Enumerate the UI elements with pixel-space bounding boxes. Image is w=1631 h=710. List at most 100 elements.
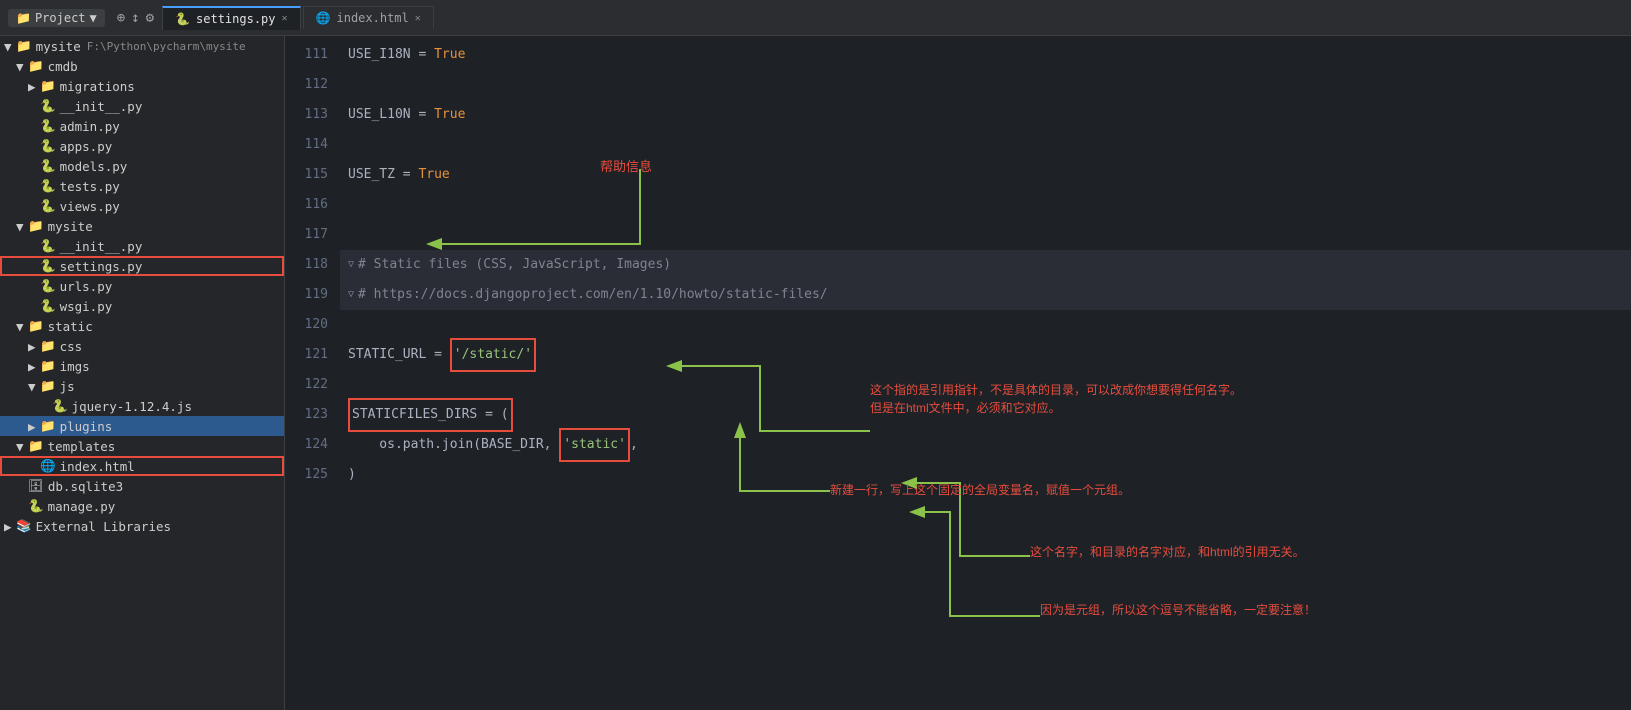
project-dropdown-icon: ▼ <box>90 11 97 25</box>
code-token: = <box>395 160 418 190</box>
sidebar-item-settings-py[interactable]: 🐍 settings.py <box>0 256 284 276</box>
index-html-icon: 🌐 <box>40 458 56 474</box>
staticfiles-dirs-highlighted: STATICFILES_DIRS = ( <box>348 398 513 432</box>
toolbar-icon-1[interactable]: ⊕ <box>117 10 125 26</box>
jquery-icon: 🐍 <box>52 398 68 414</box>
code-line-123: STATICFILES_DIRS = ( <box>340 400 1631 430</box>
sidebar-item-db-sqlite3[interactable]: 🗄 db.sqlite3 <box>0 476 284 496</box>
code-line-114 <box>340 130 1631 160</box>
static-url-highlighted: '/static/' <box>450 338 536 372</box>
sidebar-item-init-mysite[interactable]: 🐍 __init__.py <box>0 236 284 256</box>
sidebar-item-admin-py[interactable]: 🐍 admin.py <box>0 116 284 136</box>
tab-settings-py-close[interactable]: ✕ <box>282 13 288 24</box>
code-token: '/static/' <box>454 347 532 362</box>
code-editor[interactable]: 111 112 113 114 115 116 117 118 119 120 … <box>285 36 1631 710</box>
sidebar-item-wsgi-py[interactable]: 🐍 wsgi.py <box>0 296 284 316</box>
sidebar-item-external-libraries[interactable]: ▶ 📚 External Libraries <box>0 516 284 536</box>
sidebar-item-migrations[interactable]: ▶ 📁 migrations <box>0 76 284 96</box>
sidebar-label-index-html: index.html <box>60 459 135 474</box>
sidebar-label-cmdb: cmdb <box>48 59 78 74</box>
sidebar-item-jquery[interactable]: 🐍 jquery-1.12.4.js <box>0 396 284 416</box>
db-sqlite3-icon: 🗄 <box>28 478 44 494</box>
sidebar-item-manage-py[interactable]: 🐍 manage.py <box>0 496 284 516</box>
project-label: Project <box>35 11 86 25</box>
code-container: 111 112 113 114 115 116 117 118 119 120 … <box>285 36 1631 710</box>
code-line-124: os.path.join(BASE_DIR, 'static' , <box>340 430 1631 460</box>
sidebar-label-settings-py: settings.py <box>60 259 143 274</box>
code-token: USE_I18N <box>348 40 411 70</box>
editor-tabs: 🐍 settings.py ✕ 🌐 index.html ✕ <box>162 6 434 30</box>
code-line-122 <box>340 370 1631 400</box>
annotation-comma: 因为是元组，所以这个逗号不能省略，一定要注意！ <box>1040 601 1316 618</box>
toolbar-icon-2[interactable]: ↕ <box>131 10 139 26</box>
sidebar-item-cmdb[interactable]: ▼ 📁 cmdb <box>0 56 284 76</box>
sidebar-label-mysite-pkg: mysite <box>48 219 93 234</box>
sidebar-item-tests-py[interactable]: 🐍 tests.py <box>0 176 284 196</box>
ln-121: 121 <box>285 340 328 370</box>
code-line-121: STATIC_URL = '/static/' <box>340 340 1631 370</box>
sidebar-label-plugins: plugins <box>60 419 113 434</box>
css-folder-icon: 📁 <box>40 338 56 354</box>
sidebar-label-init-mysite: __init__.py <box>60 239 143 254</box>
project-path: F:\Python\pycharm\mysite <box>87 40 246 53</box>
migrations-folder-icon: 📁 <box>40 78 56 94</box>
project-icon: 📁 <box>16 11 31 25</box>
models-py-icon: 🐍 <box>40 158 56 174</box>
sidebar-item-css[interactable]: ▶ 📁 css <box>0 336 284 356</box>
sidebar-item-imgs[interactable]: ▶ 📁 imgs <box>0 356 284 376</box>
sidebar-item-static[interactable]: ▼ 📁 static <box>0 316 284 336</box>
code-token: ) <box>348 460 356 490</box>
code-token: # Static files (CSS, JavaScript, Images) <box>358 250 671 280</box>
annotation-static-name: 这个名字，和目录的名字对应，和html的引用无关。 <box>1030 543 1305 560</box>
ln-125: 125 <box>285 460 328 490</box>
js-folder-icon: 📁 <box>40 378 56 394</box>
ln-124: 124 <box>285 430 328 460</box>
sidebar-label-wsgi-py: wsgi.py <box>60 299 113 314</box>
sidebar-label-db-sqlite3: db.sqlite3 <box>48 479 123 494</box>
sidebar-label-models-py: models.py <box>60 159 128 174</box>
code-token: = ( <box>485 407 508 422</box>
init-mysite-icon: 🐍 <box>40 238 56 254</box>
sidebar-label-static: static <box>48 319 93 334</box>
sidebar-item-apps-py[interactable]: 🐍 apps.py <box>0 136 284 156</box>
urls-py-icon: 🐍 <box>40 278 56 294</box>
sidebar-item-mysite-root[interactable]: ▼ 📁 mysite F:\Python\pycharm\mysite <box>0 36 284 56</box>
folder-icon: 📁 <box>16 38 32 54</box>
apps-py-icon: 🐍 <box>40 138 56 154</box>
tab-settings-py-icon: 🐍 <box>175 12 190 26</box>
tab-index-html[interactable]: 🌐 index.html ✕ <box>303 6 434 29</box>
ln-113: 113 <box>285 100 328 130</box>
tab-index-html-close[interactable]: ✕ <box>415 13 421 24</box>
wsgi-py-icon: 🐍 <box>40 298 56 314</box>
sidebar-item-js[interactable]: ▼ 📁 js <box>0 376 284 396</box>
sidebar-item-models-py[interactable]: 🐍 models.py <box>0 156 284 176</box>
code-token: , <box>630 430 638 460</box>
sidebar-item-mysite-pkg[interactable]: ▼ 📁 mysite <box>0 216 284 236</box>
toolbar-icon-3[interactable]: ⚙ <box>146 10 154 26</box>
sidebar-item-init-cmdb[interactable]: 🐍 __init__.py <box>0 96 284 116</box>
expand-arrow-cmdb: ▼ <box>16 59 26 74</box>
fold-icon: ▽ <box>348 250 354 280</box>
spacer <box>28 99 38 114</box>
sidebar-item-plugins[interactable]: ▶ 📁 plugins <box>0 416 284 436</box>
sidebar-item-urls-py[interactable]: 🐍 urls.py <box>0 276 284 296</box>
sidebar-item-index-html[interactable]: 🌐 index.html <box>0 456 284 476</box>
sidebar-item-templates[interactable]: ▼ 📁 templates <box>0 436 284 456</box>
code-token: True <box>434 100 465 130</box>
code-token: STATICFILES_DIRS <box>352 407 477 422</box>
code-line-111: USE_I18N = True <box>340 40 1631 70</box>
settings-py-icon: 🐍 <box>40 258 56 274</box>
project-selector[interactable]: 📁 Project ▼ <box>8 9 105 27</box>
tab-settings-py-label: settings.py <box>196 12 275 26</box>
tab-settings-py[interactable]: 🐍 settings.py ✕ <box>162 6 300 30</box>
cmdb-folder-icon: 📁 <box>28 58 44 74</box>
sidebar-label-views-py: views.py <box>60 199 120 214</box>
sidebar-item-views-py[interactable]: 🐍 views.py <box>0 196 284 216</box>
ln-115: 115 <box>285 160 328 190</box>
code-line-116 <box>340 190 1631 220</box>
toolbar-icons: ⊕ ↕ ⚙ <box>117 10 154 26</box>
code-token: STATIC_URL <box>348 340 426 370</box>
static-string-highlighted: 'static' <box>559 428 630 462</box>
manage-py-icon: 🐍 <box>28 498 44 514</box>
sidebar-label-jquery: jquery-1.12.4.js <box>72 399 192 414</box>
